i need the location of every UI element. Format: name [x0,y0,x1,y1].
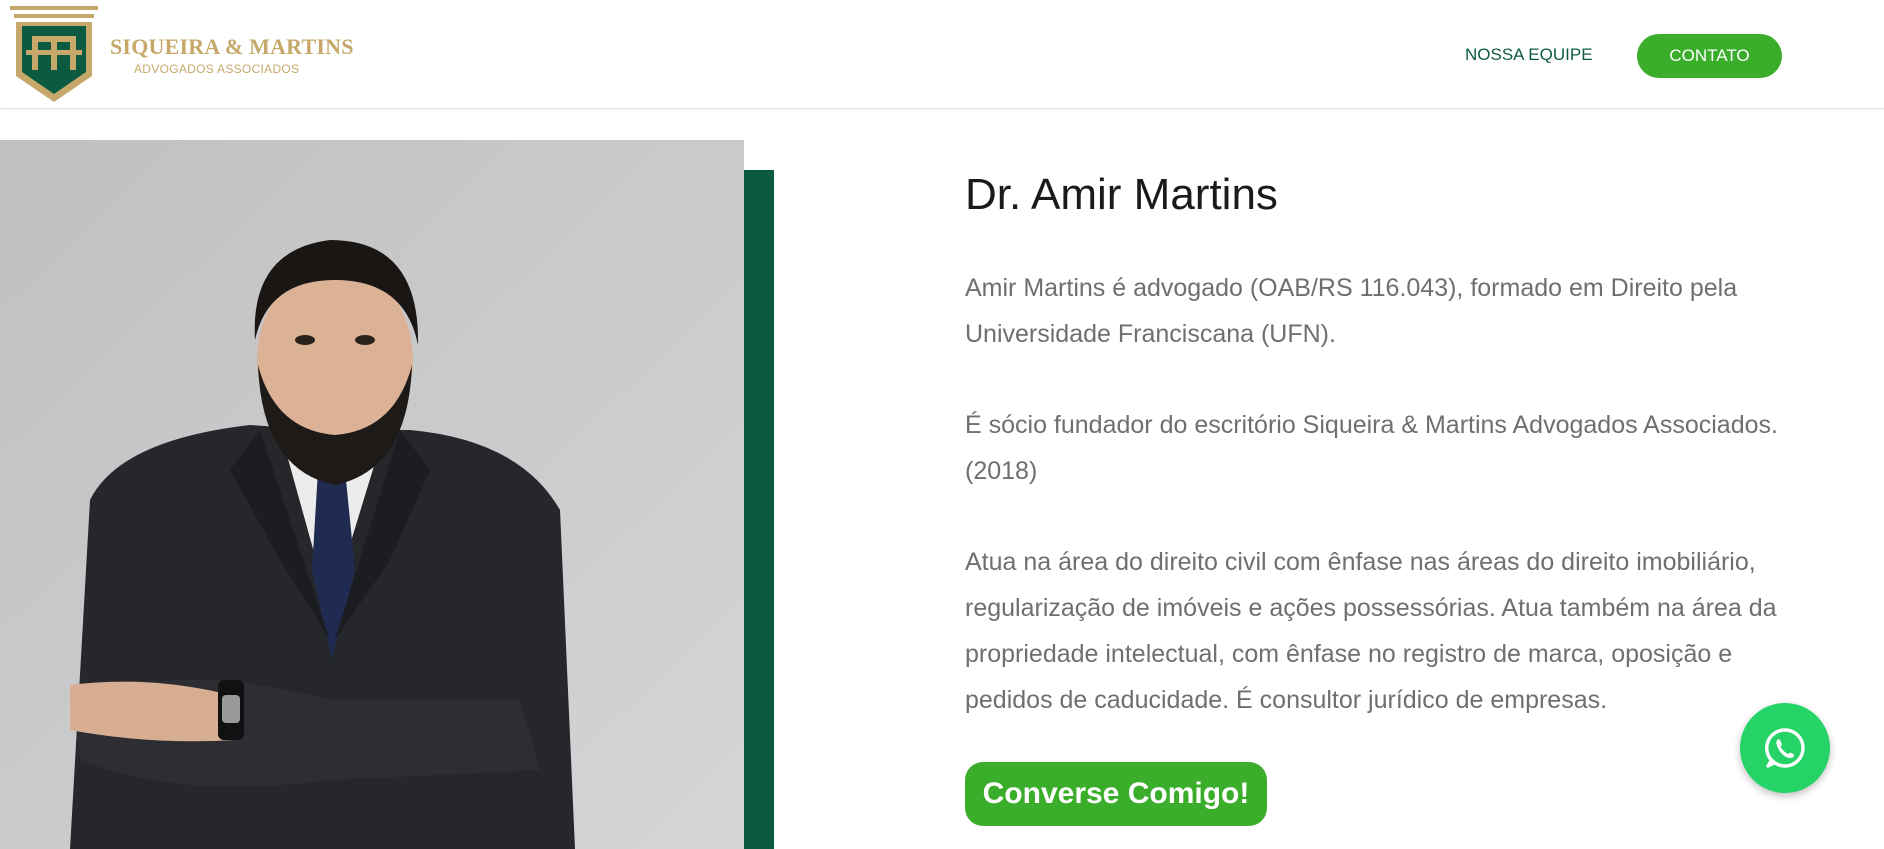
logo-name: SIQUEIRA & MARTINS [110,34,354,59]
bio-paragraph-2: É sócio fundador do escritório Siqueira … [965,411,1778,485]
accent-bar [744,170,774,849]
logo-emblem-icon [10,6,98,102]
whatsapp-icon [1765,728,1805,768]
portrait-illustration [0,140,744,849]
nav-contato-button[interactable]: CONTATO [1637,34,1782,78]
lawyer-name: Dr. Amir Martins [965,170,1278,219]
bio-paragraph-3: Atua na área do direito civil com ênfase… [965,548,1777,714]
nav-nossa-equipe[interactable]: NOSSA EQUIPE [1465,45,1593,65]
converse-comigo-button[interactable]: Converse Comigo! [965,762,1267,826]
site-header: SIQUEIRA & MARTINS ADVOGADOS ASSOCIADOS … [0,0,1884,109]
logo-subtitle: ADVOGADOS ASSOCIADOS [134,62,300,76]
bio-paragraph-1: Amir Martins é advogado (OAB/RS 116.043)… [965,274,1738,348]
whatsapp-float-button[interactable] [1740,703,1830,793]
lawyer-photo [0,140,744,849]
logo[interactable]: SIQUEIRA & MARTINS ADVOGADOS ASSOCIADOS [10,6,353,106]
